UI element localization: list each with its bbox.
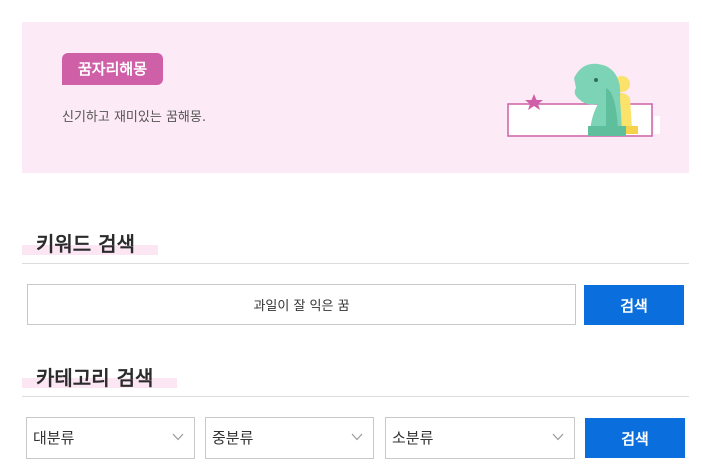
select-major-category[interactable]: 대분류 <box>26 417 195 459</box>
category-divider <box>22 396 689 397</box>
category-search-title: 카테고리 검색 <box>36 366 154 390</box>
hero-description: 신기하고 재미있는 꿈해몽. <box>62 110 206 125</box>
hero-banner: 꿈자리해몽 신기하고 재미있는 꿈해몽. <box>22 22 689 173</box>
keyword-divider <box>22 263 689 264</box>
select-middle-label: 중분류 <box>212 429 254 447</box>
chevron-down-icon <box>351 433 363 441</box>
chevron-down-icon <box>172 433 184 441</box>
hero-badge: 꿈자리해몽 <box>62 53 164 85</box>
chevron-down-icon <box>552 433 564 441</box>
keyword-search-input[interactable] <box>27 284 576 325</box>
select-major-label: 대분류 <box>33 429 75 447</box>
select-middle-category[interactable]: 중분류 <box>205 417 374 459</box>
chess-knight-illustration <box>507 63 660 137</box>
keyword-search-title: 키워드 검색 <box>36 232 135 256</box>
select-minor-category[interactable]: 소분류 <box>385 417 575 459</box>
keyword-search-button[interactable]: 검색 <box>584 285 684 325</box>
select-minor-label: 소분류 <box>392 429 434 447</box>
category-search-button[interactable]: 검색 <box>585 418 685 458</box>
